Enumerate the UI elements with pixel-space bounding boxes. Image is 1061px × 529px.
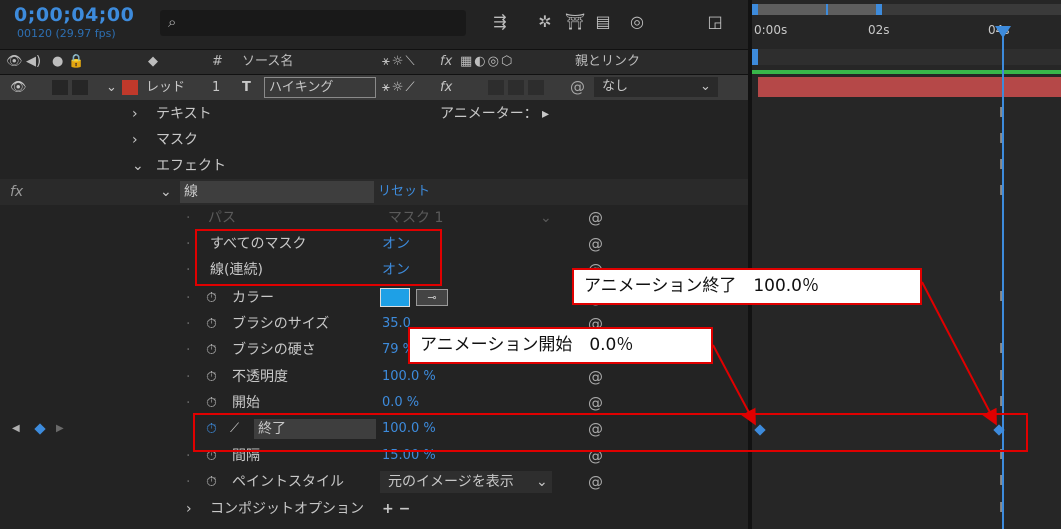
- arrow-to-end-keyframe: [921, 281, 997, 426]
- callout-animation-start: アニメーション開始 0.0％: [408, 327, 713, 364]
- callout-arrows: [712, 281, 997, 426]
- arrow-to-start-keyframe: [712, 344, 756, 426]
- callout-animation-end: アニメーション終了 100.0％: [572, 268, 922, 305]
